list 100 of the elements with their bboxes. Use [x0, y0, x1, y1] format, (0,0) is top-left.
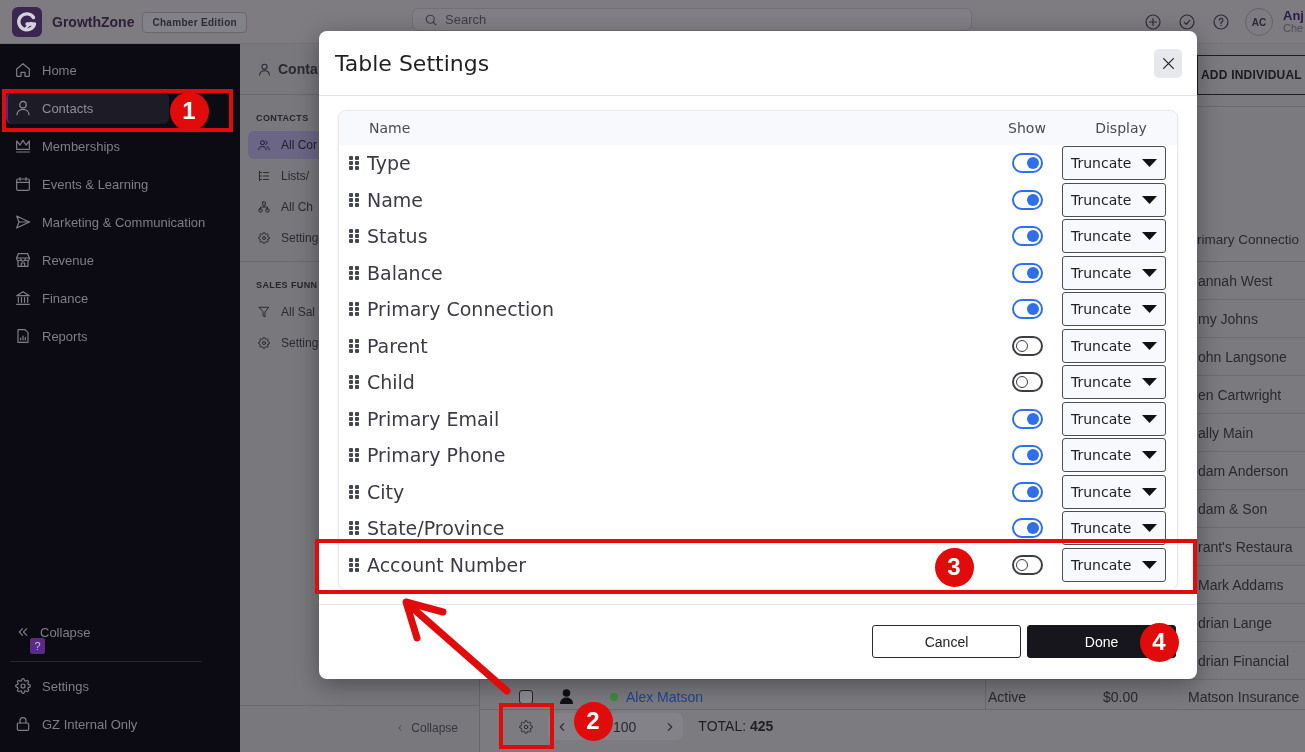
row-checkbox[interactable]: [519, 689, 533, 704]
show-toggle[interactable]: [1011, 518, 1043, 539]
crown-icon: [15, 138, 31, 154]
display-select[interactable]: Truncate: [1062, 146, 1166, 181]
display-select[interactable]: Truncate: [1062, 182, 1166, 217]
column-name: Type: [367, 152, 411, 175]
caret-icon: [1142, 414, 1157, 423]
nav-item[interactable]: Home: [6, 54, 169, 86]
page-range: 100: [613, 718, 637, 735]
caret-icon: [1142, 159, 1157, 168]
nav-item[interactable]: Reports: [6, 320, 169, 352]
settings-icon: [258, 232, 270, 244]
double-chevron-icon: [18, 627, 28, 637]
show-toggle[interactable]: [1011, 554, 1043, 575]
display-select[interactable]: Truncate: [1062, 547, 1166, 582]
table-cell-text: Mark Addams: [1197, 576, 1284, 593]
check-circle-icon[interactable]: [1179, 14, 1195, 30]
display-select[interactable]: Truncate: [1062, 365, 1166, 400]
nav-item[interactable]: Finance: [6, 282, 169, 314]
display-select[interactable]: Truncate: [1062, 292, 1166, 327]
display-select[interactable]: Truncate: [1062, 438, 1166, 473]
people-icon: [258, 139, 270, 151]
display-select[interactable]: Truncate: [1062, 401, 1166, 436]
display-select[interactable]: Truncate: [1062, 328, 1166, 363]
drag-handle-icon[interactable]: [348, 447, 360, 464]
column-name: Status: [367, 225, 428, 248]
subnav-item[interactable]: Lists/: [248, 162, 319, 190]
nav-item[interactable]: Settings: [6, 670, 169, 702]
drag-handle-icon[interactable]: [348, 155, 360, 172]
show-toggle[interactable]: [1011, 299, 1043, 320]
table-cell-text: drian Financial: [1197, 652, 1290, 669]
collapse-button[interactable]: Collapse: [397, 720, 458, 735]
show-toggle[interactable]: [1011, 153, 1043, 174]
section-label: CONTACTS: [256, 112, 309, 125]
help-icon[interactable]: [1213, 14, 1229, 30]
settings-icon: [258, 337, 270, 349]
cancel-button[interactable]: Cancel: [872, 625, 1021, 658]
column-name: Primary Phone: [367, 444, 506, 467]
drag-handle-icon[interactable]: [348, 264, 360, 281]
display-select[interactable]: Truncate: [1062, 255, 1166, 290]
home-icon: [15, 62, 31, 78]
column-name: Parent: [367, 334, 428, 357]
nav-item[interactable]: Revenue: [6, 244, 169, 276]
settings-icon: [519, 719, 533, 734]
plus-circle-icon[interactable]: [1145, 14, 1161, 30]
display-select[interactable]: Truncate: [1062, 219, 1166, 254]
drag-handle-icon[interactable]: [348, 191, 360, 208]
nav-item[interactable]: Events & Learning: [6, 168, 169, 200]
edition-tag: Chamber Edition: [142, 11, 247, 33]
help-badge[interactable]: ?: [30, 638, 45, 654]
show-toggle[interactable]: [1011, 335, 1043, 356]
search-field[interactable]: Search: [412, 8, 972, 31]
dialog-title: Table Settings: [335, 50, 490, 76]
settings-icon: [15, 678, 31, 694]
user-name: Anj: [1283, 9, 1304, 22]
nav-item[interactable]: Contacts: [6, 92, 169, 124]
table-cell-text: dam Anderson: [1197, 462, 1289, 479]
show-toggle[interactable]: [1011, 262, 1043, 283]
column-header: Show: [1008, 120, 1046, 136]
drag-handle-icon[interactable]: [348, 337, 360, 354]
subnav-item[interactable]: Setting: [248, 224, 319, 252]
drag-handle-icon[interactable]: [348, 410, 360, 427]
subnav-item[interactable]: All Sal: [248, 298, 319, 326]
display-select[interactable]: Truncate: [1062, 474, 1166, 509]
show-toggle[interactable]: [1011, 189, 1043, 210]
table-cell: Matson Insurance: [1188, 688, 1300, 705]
column-header: Name: [369, 120, 411, 136]
nav-item[interactable]: Marketing & Communication: [6, 206, 212, 238]
collapse-button[interactable]: Collapse: [18, 624, 91, 640]
subnav-item[interactable]: All Ch: [248, 193, 319, 221]
nav-item[interactable]: Memberships: [6, 130, 169, 162]
show-toggle[interactable]: [1011, 372, 1043, 393]
show-toggle[interactable]: [1011, 408, 1043, 429]
caret-icon: [1142, 451, 1157, 460]
subnav-item[interactable]: All Cor: [248, 131, 319, 159]
column-name: Primary Email: [367, 407, 500, 430]
caret-icon: [1142, 195, 1157, 204]
caret-icon: [1142, 378, 1157, 387]
caret-icon: [1142, 524, 1157, 533]
drag-handle-icon[interactable]: [348, 520, 360, 537]
person-icon: [560, 689, 573, 704]
chevron-left-icon: [558, 720, 566, 733]
show-toggle[interactable]: [1011, 226, 1043, 247]
drag-handle-icon[interactable]: [348, 556, 360, 573]
search-icon: [425, 13, 437, 26]
subnav-item[interactable]: Setting: [248, 329, 319, 357]
drag-handle-icon[interactable]: [348, 301, 360, 318]
drag-handle-icon[interactable]: [348, 228, 360, 245]
close-button[interactable]: [1154, 48, 1182, 78]
paper-plane-icon: [15, 214, 31, 230]
show-toggle[interactable]: [1011, 481, 1043, 502]
column-name: Name: [367, 188, 424, 211]
table-cell: Active: [988, 688, 1027, 705]
nav-item[interactable]: GZ Internal Only: [6, 708, 169, 740]
drag-handle-icon[interactable]: [348, 374, 360, 391]
drag-handle-icon[interactable]: [348, 483, 360, 500]
show-toggle[interactable]: [1011, 445, 1043, 466]
chevron-right-icon: [666, 720, 675, 733]
bank-icon: [15, 290, 31, 306]
lock-icon: [15, 716, 31, 732]
